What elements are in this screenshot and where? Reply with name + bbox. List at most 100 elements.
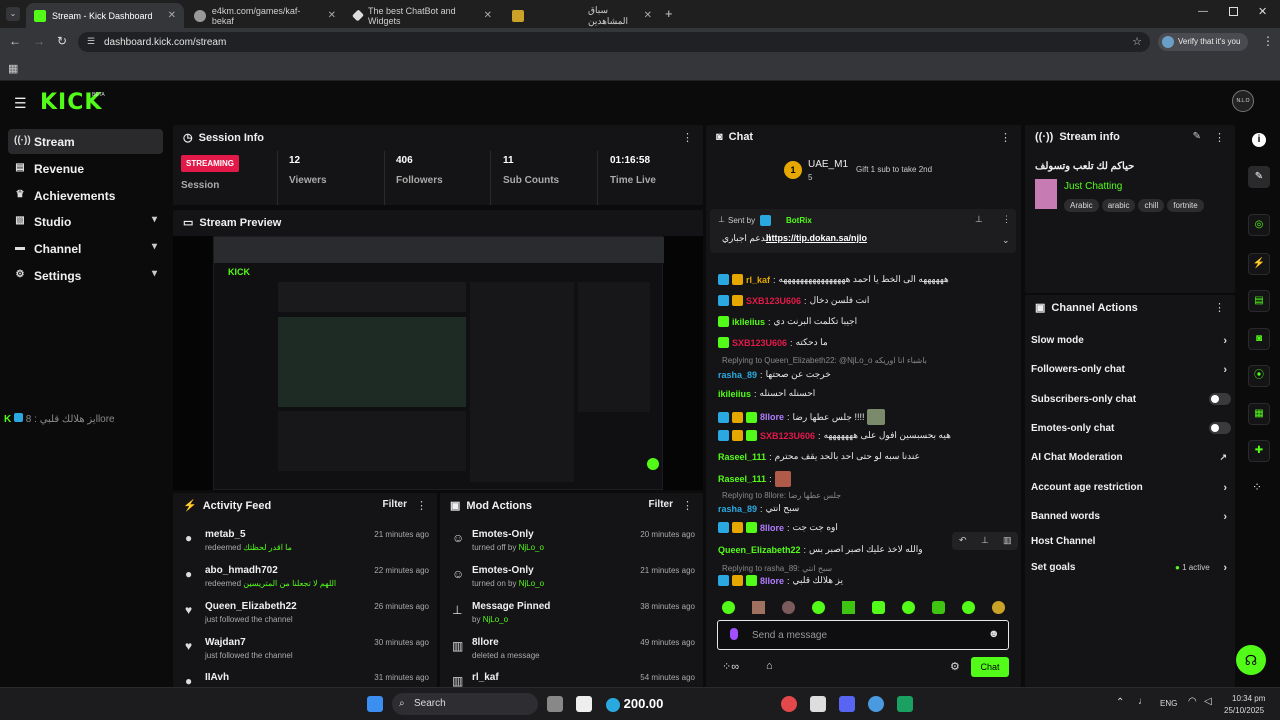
chat-message[interactable]: SXB123U606: ما دحكته [718, 337, 828, 348]
info-icon[interactable]: i [1252, 133, 1266, 147]
new-tab-icon[interactable]: + [665, 6, 673, 21]
chat-message[interactable]: rl_kaf: ههههههه الى الخط يا احمد هههههههه… [718, 274, 949, 285]
language-indicator[interactable]: ENG [1160, 699, 1177, 708]
chat-message[interactable]: Raseel_111: [718, 471, 791, 487]
chat-message[interactable]: Queen_Elizabeth22: والله لاخذ عليك اصبر ا… [718, 544, 923, 555]
category-name[interactable]: Just Chatting [1064, 181, 1122, 192]
action-subscribers-only[interactable]: Subscribers-only chat [1031, 393, 1231, 405]
wrench-tool-icon[interactable]: ✚ [1248, 440, 1270, 462]
minimize-icon[interactable]: — [1198, 6, 1208, 17]
browser-menu-icon[interactable]: ⋮ [1262, 34, 1274, 48]
forward-icon[interactable]: → [33, 34, 45, 48]
chrome-icon[interactable] [781, 696, 797, 712]
volume-icon[interactable]: ◁ [1204, 696, 1212, 707]
tag[interactable]: arabic [1101, 199, 1136, 212]
emotes-only-toggle[interactable] [1209, 422, 1231, 434]
tab-kick-dashboard[interactable]: Stream - Kick Dashboard ✕ [26, 3, 184, 28]
chat-message[interactable]: ikileiius: اجيبا تكلمت البرنت دي [718, 316, 857, 327]
verify-profile-button[interactable]: Verify that it's you [1158, 33, 1248, 51]
emote-button[interactable] [812, 601, 825, 614]
pinned-link[interactable]: https://tip.dokan.sa/njlo [766, 233, 867, 243]
tab-list-chevron-icon[interactable]: ⌄ [6, 7, 20, 21]
action-ai-moderation[interactable]: AI Chat Moderation ↗ [1031, 452, 1227, 463]
app-icon[interactable] [810, 696, 826, 712]
tab-e4km[interactable]: e4km.com/games/kaf-bekaf ✕ [186, 3, 344, 28]
emote-button[interactable] [752, 601, 765, 614]
more-tools-icon[interactable]: ⁘ [1252, 480, 1262, 494]
close-tab-icon[interactable]: ✕ [484, 10, 492, 21]
sidebar-item-stream[interactable]: ((·)) Stream [8, 129, 163, 154]
wifi-icon[interactable]: ◠ [1188, 696, 1197, 707]
action-slow-mode[interactable]: Slow mode › [1031, 335, 1227, 347]
kebab-menu-icon[interactable]: ⋮ [1214, 301, 1225, 314]
filter-button[interactable]: Filter [383, 499, 407, 510]
apps-grid-icon[interactable]: ▦ [8, 62, 18, 75]
ticker-widget[interactable]: 200.00 [606, 693, 756, 715]
kebab-menu-icon[interactable]: ⋮ [1214, 131, 1225, 144]
action-host-channel[interactable]: Host Channel [1031, 536, 1227, 547]
kebab-menu-icon[interactable]: ⋮ [682, 499, 693, 512]
chat-message[interactable]: 8llore: جلس عطها رضا !!!! [718, 409, 886, 425]
action-set-goals[interactable]: Set goals ● 1 active › [1031, 562, 1227, 574]
close-window-icon[interactable]: ✕ [1258, 5, 1267, 18]
url-field[interactable]: ☰ dashboard.kick.com/stream ☆ [78, 32, 1150, 52]
action-account-age[interactable]: Account age restriction › [1031, 482, 1227, 494]
stream-video[interactable]: KICK [173, 236, 703, 490]
close-tab-icon[interactable]: ✕ [328, 10, 336, 21]
emote-button[interactable] [782, 601, 795, 614]
emote-button[interactable] [902, 601, 915, 614]
emote-button[interactable] [962, 601, 975, 614]
action-followers-only[interactable]: Followers-only chat › [1031, 364, 1227, 376]
clipboard-tool-icon[interactable]: ▤ [1248, 290, 1270, 312]
unpin-icon[interactable]: ⊥ [975, 214, 983, 225]
sidebar-item-settings[interactable]: ⚙ Settings ▾ [8, 263, 163, 288]
menu-hamburger-icon[interactable]: ☰ [14, 95, 27, 112]
chat-settings-icon[interactable]: ⚙ [950, 660, 960, 673]
file-explorer-icon[interactable] [576, 696, 592, 712]
sidebar-item-revenue[interactable]: ▤ Revenue [8, 156, 163, 181]
tag[interactable]: chill [1138, 199, 1165, 212]
delete-message-icon[interactable]: ▥ [1003, 535, 1012, 546]
points-icon[interactable]: ⁘∞ [722, 660, 739, 673]
task-view-icon[interactable] [547, 696, 563, 712]
chat-message[interactable]: SXB123U606: هيه بحسبسين افول على هههههههه [718, 430, 951, 441]
emote-button[interactable] [872, 601, 885, 614]
site-info-icon[interactable]: ☰ [87, 36, 95, 47]
microphone-icon[interactable] [730, 628, 738, 640]
bolt-tool-icon[interactable]: ⚡ [1248, 253, 1270, 275]
send-chat-button[interactable]: Chat [971, 657, 1009, 677]
emote-button[interactable] [722, 601, 735, 614]
support-headset-button[interactable]: ☊ [1236, 645, 1266, 675]
chat-message[interactable]: Raseel_111: عندنا سبه لو حتى احد بالحد يق… [718, 451, 920, 462]
chat-message[interactable]: rasha_89: سبح انتي [718, 503, 799, 514]
clock-date[interactable]: 25/10/2025 [1224, 706, 1264, 715]
maximize-icon[interactable] [1229, 7, 1238, 16]
action-banned-words[interactable]: Banned words › [1031, 511, 1227, 523]
target-tool-icon[interactable]: ◎ [1248, 214, 1270, 236]
kebab-menu-icon[interactable]: ⋮ [416, 499, 427, 512]
tab-viewers-race[interactable]: سباق المشاهدين ✕ [540, 3, 660, 28]
chat-message[interactable]: rasha_89: خرجت عن صحتها [718, 369, 831, 380]
chrome-active-icon[interactable] [868, 696, 884, 712]
sidebar-item-studio[interactable]: ▧ Studio ▾ [8, 209, 163, 234]
emote-button[interactable] [992, 601, 1005, 614]
reload-icon[interactable]: ↻ [57, 34, 67, 48]
kebab-menu-icon[interactable]: ⋮ [682, 131, 693, 144]
windows-start-icon[interactable] [367, 696, 383, 712]
gift-icon[interactable]: ⌂ [766, 660, 773, 672]
emote-button[interactable] [842, 601, 855, 614]
reply-icon[interactable]: ↶ [959, 535, 967, 546]
mic-tray-icon[interactable]: ♩ [1138, 696, 1148, 707]
taskbar-search[interactable]: ⌕ Search [392, 693, 538, 715]
discord-icon[interactable] [839, 696, 855, 712]
gift-banner[interactable]: 1 UAE_M1 5 Gift 1 sub to take 2nd [784, 157, 984, 187]
back-icon[interactable]: ← [9, 34, 21, 48]
tray-chevron-icon[interactable]: ⌃ [1116, 697, 1124, 708]
tag[interactable]: Arabic [1064, 199, 1099, 212]
category-thumbnail[interactable] [1035, 179, 1057, 209]
collapse-chevron-icon[interactable]: ⌄ [1002, 235, 1010, 246]
bookmark-star-icon[interactable]: ☆ [1132, 35, 1142, 48]
emoji-picker-icon[interactable]: ☻ [988, 628, 1000, 640]
tab-botrix[interactable]: The best ChatBot and Widgets ✕ [346, 3, 500, 28]
tag[interactable]: fortnite [1167, 199, 1204, 212]
